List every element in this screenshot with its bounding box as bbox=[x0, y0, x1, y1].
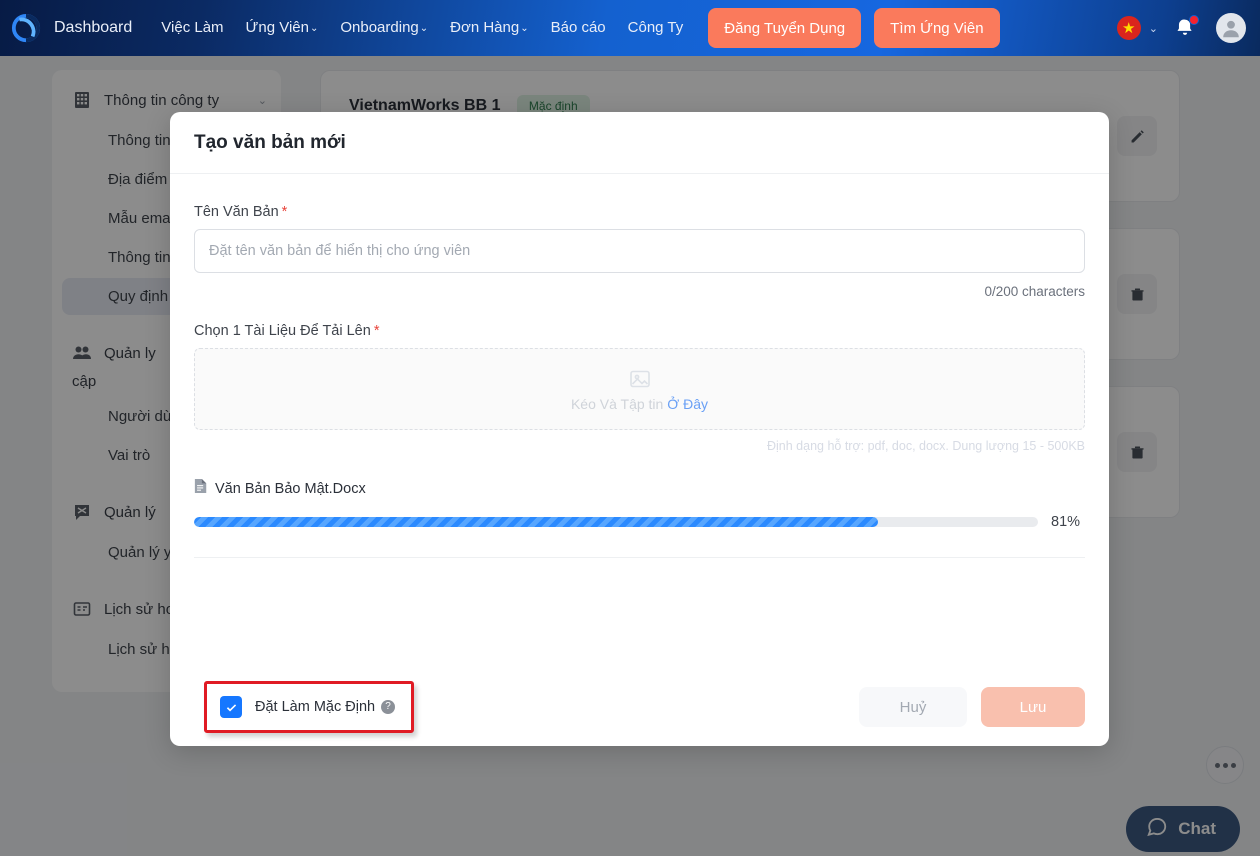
nav-company[interactable]: Công Ty bbox=[617, 0, 695, 56]
progress-track bbox=[194, 517, 1038, 527]
avatar[interactable] bbox=[1216, 13, 1246, 43]
document-name-input[interactable] bbox=[194, 229, 1085, 273]
upload-label-text: Chọn 1 Tài Liệu Để Tải Lên bbox=[194, 323, 371, 339]
set-as-default-checkbox[interactable] bbox=[220, 696, 242, 718]
chevron-down-icon[interactable]: ⌄ bbox=[1149, 22, 1158, 35]
document-name-label-text: Tên Văn Bản bbox=[194, 204, 279, 220]
nav-candidates[interactable]: Ứng Viên ⌄ bbox=[235, 0, 330, 56]
upload-progress-row: 81% bbox=[194, 514, 1085, 530]
required-marker: * bbox=[373, 323, 380, 339]
character-counter: 0/200 characters bbox=[984, 284, 1085, 299]
post-job-button[interactable]: Đăng Tuyển Dụng bbox=[708, 8, 862, 48]
cancel-button[interactable]: Huỷ bbox=[859, 687, 967, 727]
modal-body: Tên Văn Bản* 0/200 characters Chọn 1 Tài… bbox=[170, 174, 1109, 668]
chevron-down-icon: ⌄ bbox=[419, 23, 429, 34]
nav-jobs-label: Việc Làm bbox=[161, 19, 224, 36]
uploading-file-row: Văn Bản Bảo Mật.Docx bbox=[194, 478, 1085, 499]
top-navbar: Dashboard Việc Làm Ứng Viên ⌄ Onboarding… bbox=[0, 0, 1260, 56]
modal-action-buttons: Huỷ Lưu bbox=[859, 687, 1085, 727]
document-file-icon bbox=[194, 478, 208, 499]
nav-reports[interactable]: Báo cáo bbox=[540, 0, 617, 56]
nav-company-label: Công Ty bbox=[627, 19, 684, 36]
required-marker: * bbox=[281, 204, 288, 220]
notification-bell-icon[interactable] bbox=[1174, 15, 1199, 39]
modal-title: Tạo văn bản mới bbox=[194, 131, 346, 153]
chevron-down-icon: ⌄ bbox=[520, 23, 529, 34]
progress-percent-label: 81% bbox=[1051, 514, 1081, 530]
find-candidate-button[interactable]: Tìm Ứng Viên bbox=[874, 8, 1000, 48]
create-document-modal: Tạo văn bản mới Tên Văn Bản* 0/200 chara… bbox=[170, 112, 1109, 746]
progress-fill bbox=[194, 517, 878, 527]
chevron-down-icon: ⌄ bbox=[309, 23, 319, 34]
notification-badge bbox=[1189, 15, 1199, 25]
vietnamworks-logo-icon[interactable] bbox=[4, 0, 48, 56]
nav-orders[interactable]: Đơn Hàng ⌄ bbox=[439, 0, 539, 56]
upload-format-hint: Định dạng hỗ trợ: pdf, doc, docx. Dung l… bbox=[766, 439, 1085, 453]
uploading-file-name: Văn Bản Bảo Mật.Docx bbox=[215, 480, 366, 497]
modal-footer: Đặt Làm Mặc Định? Huỷ Lưu bbox=[170, 668, 1109, 746]
nav-jobs[interactable]: Việc Làm bbox=[150, 0, 234, 56]
document-name-label: Tên Văn Bản * bbox=[194, 204, 1085, 220]
dropzone-text-main: Kéo Và Tập tin bbox=[570, 395, 664, 412]
dropzone-text: Kéo Và Tập tin Ở Đây bbox=[571, 396, 708, 412]
set-as-default-label: Đặt Làm Mặc Định? bbox=[255, 699, 396, 715]
footer-divider bbox=[194, 557, 1085, 558]
nav-onboarding[interactable]: Onboarding ⌄ bbox=[329, 0, 439, 56]
save-button[interactable]: Lưu bbox=[981, 687, 1085, 727]
nav-dashboard[interactable]: Dashboard bbox=[48, 0, 150, 56]
dropzone-browse-link[interactable]: Ở Đây bbox=[667, 396, 708, 412]
modal-header: Tạo văn bản mới bbox=[170, 112, 1109, 174]
set-as-default-label-text: Đặt Làm Mặc Định bbox=[255, 699, 376, 715]
default-checkbox-highlight: Đặt Làm Mặc Định? bbox=[204, 681, 415, 733]
vietnam-flag-icon[interactable]: ★ bbox=[1116, 16, 1141, 40]
question-mark-icon[interactable]: ? bbox=[381, 700, 396, 715]
file-dropzone[interactable]: Kéo Và Tập tin Ở Đây bbox=[194, 348, 1085, 430]
nav-candidates-label: Ứng Viên bbox=[245, 19, 309, 36]
upload-label: Chọn 1 Tài Liệu Để Tải Lên * bbox=[194, 323, 1085, 339]
nav-reports-label: Báo cáo bbox=[550, 19, 606, 36]
navbar-right-group: ★ ⌄ bbox=[1116, 13, 1260, 43]
image-placeholder-icon bbox=[628, 367, 652, 391]
nav-orders-label: Đơn Hàng bbox=[450, 19, 520, 36]
nav-onboarding-label: Onboarding bbox=[340, 19, 419, 36]
